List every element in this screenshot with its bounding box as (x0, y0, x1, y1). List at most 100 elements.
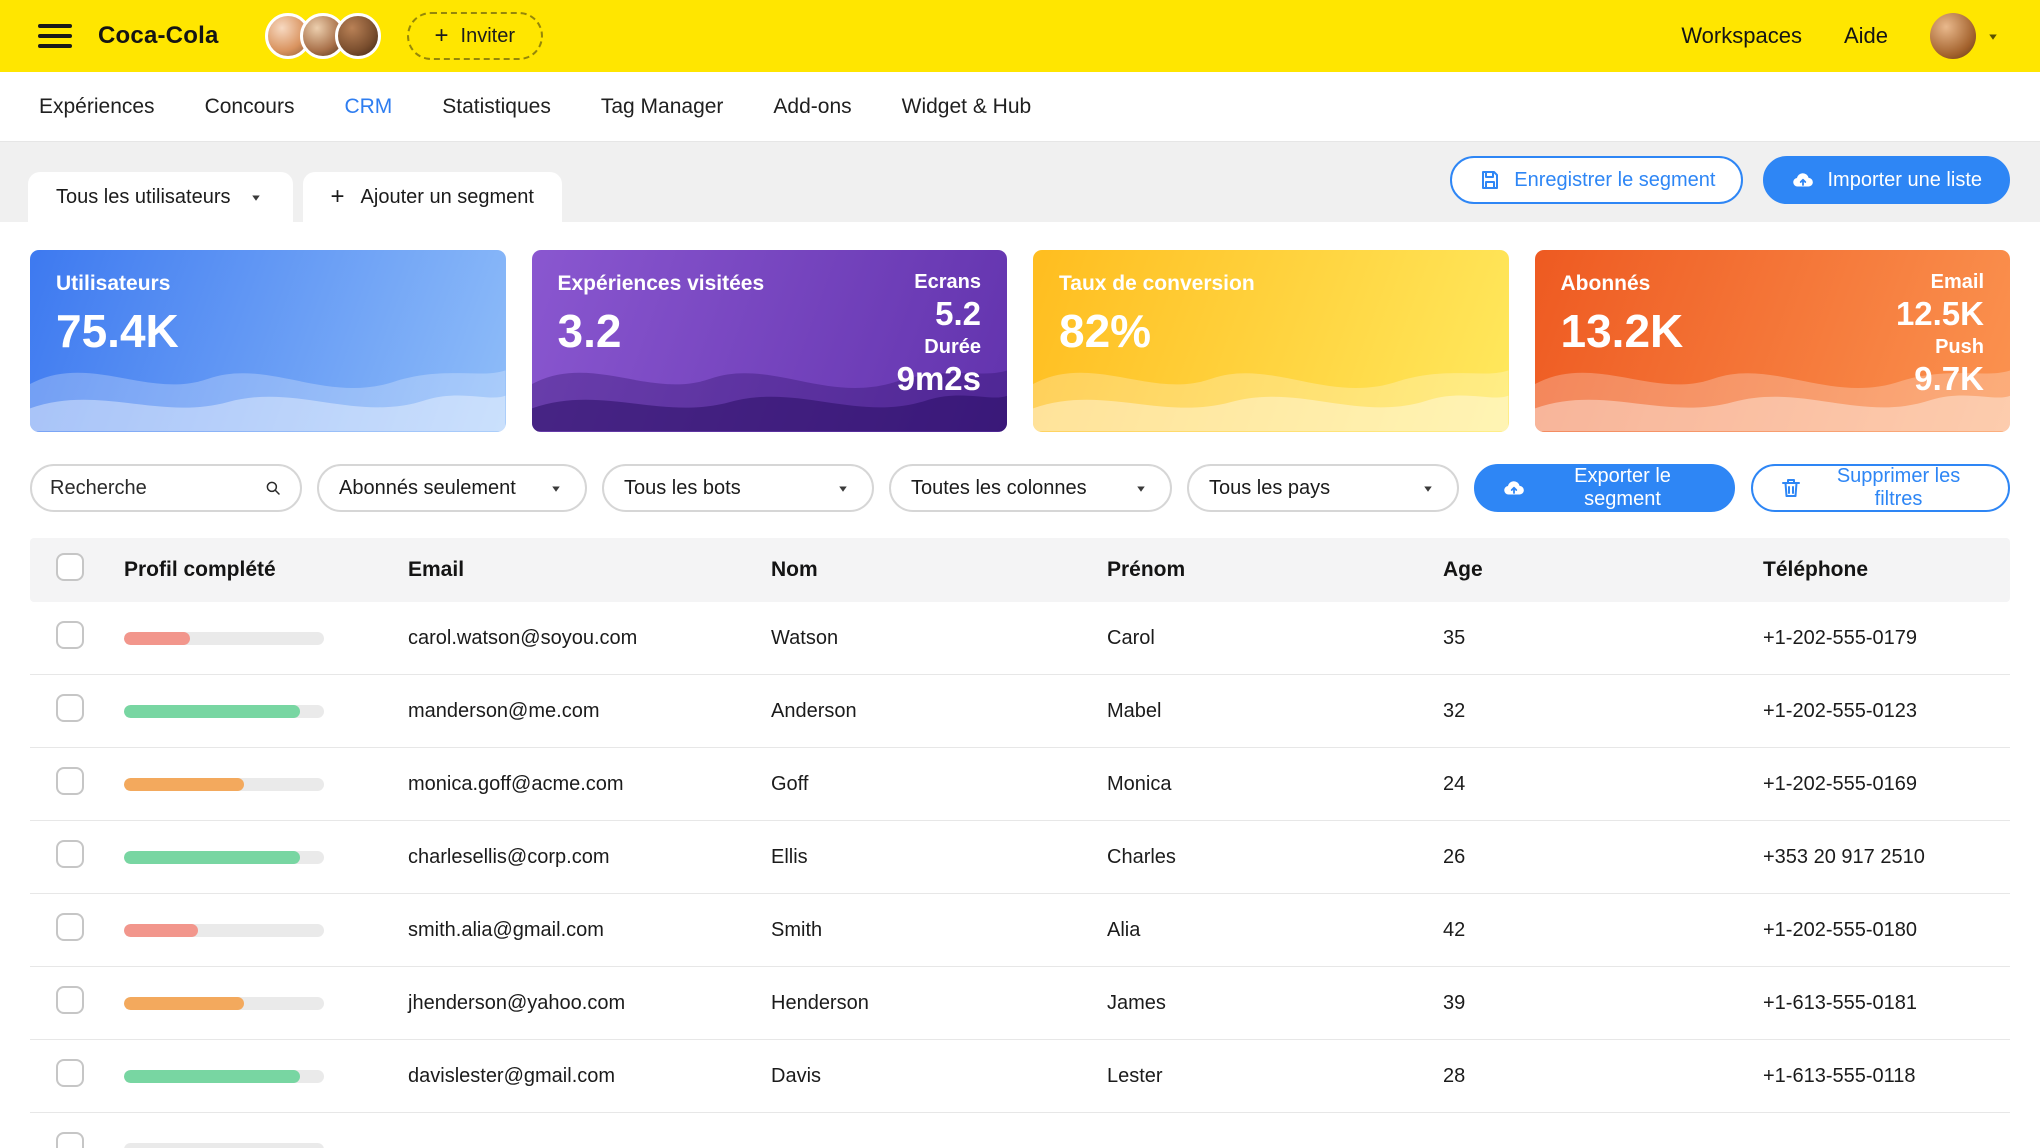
profile-progress-fill (124, 850, 300, 864)
row-checkbox[interactable] (56, 986, 84, 1014)
table-body: carol.watson@soyou.com Watson Carol 35 +… (30, 602, 2010, 1113)
users-table: Profil complété Email Nom Prénom Age Tél… (30, 538, 2010, 1148)
cell-tel: +1-202-555-0123 (1763, 699, 1918, 722)
profile-progress-fill (124, 1069, 300, 1083)
stat-card: Taux de conversion 82% (1033, 250, 1509, 432)
invite-button[interactable]: + Inviter (406, 12, 543, 60)
profile-progress (124, 996, 324, 1010)
export-segment-button[interactable]: Exporter le segment (1474, 464, 1736, 512)
nav-tab[interactable]: Widget & Hub (877, 95, 1057, 119)
cell-age: 32 (1443, 699, 1466, 722)
row-checkbox[interactable] (56, 913, 84, 941)
profile-progress-fill (124, 704, 300, 718)
search-icon (266, 481, 280, 495)
cell-email: jhenderson@yahoo.com (408, 991, 626, 1014)
profile-progress-fill (124, 777, 244, 791)
profile-progress (124, 777, 324, 791)
cell-email: carol.watson@soyou.com (408, 626, 638, 649)
select-all-checkbox[interactable] (56, 553, 84, 581)
dropdown-label: Abonnés seulement (339, 476, 516, 499)
segment-selector[interactable]: Tous les utilisateurs (28, 172, 293, 222)
table-row[interactable]: jhenderson@yahoo.com Henderson James 39 … (30, 967, 2010, 1040)
stat-card: Abonnés 13.2K Email 12.5K Push 9.7K (1534, 250, 2010, 432)
plus-icon: + (330, 183, 345, 210)
profile-menu[interactable] (1930, 13, 2002, 59)
stat-card-title: Utilisateurs (56, 272, 171, 295)
row-checkbox[interactable] (56, 621, 84, 649)
table-header: Profil complété Email Nom Prénom Age Tél… (30, 538, 2010, 602)
stat-card-extras: Ecrans 5.2 Durée 9m2s (897, 270, 981, 400)
stat-extra-value: 5.2 (935, 295, 981, 332)
stat-extra-label: Email (1930, 271, 1984, 293)
nav-tab[interactable]: CRM (319, 95, 417, 119)
nav-tab-label: Tag Manager (600, 94, 724, 118)
profile-progress (124, 850, 324, 864)
trash-icon (1782, 479, 1801, 497)
table-row[interactable]: manderson@me.com Anderson Mabel 32 +1-20… (30, 675, 2010, 748)
cell-prenom: Monica (1107, 772, 1172, 795)
profile-progress (124, 923, 324, 937)
chevron-down-icon (839, 486, 847, 492)
team-avatar[interactable] (334, 13, 381, 59)
nav-tab[interactable]: Add-ons (748, 95, 876, 119)
table-row-partial (30, 1113, 2010, 1148)
stat-card-value: 75.4K (56, 305, 179, 357)
team-avatars (264, 13, 381, 59)
chevron-down-icon (1137, 486, 1145, 492)
search-input[interactable] (50, 476, 264, 500)
cell-tel: +1-202-555-0169 (1763, 772, 1918, 795)
table-row[interactable]: davislester@gmail.com Davis Lester 28 +1… (30, 1040, 2010, 1113)
cell-nom: Anderson (771, 699, 857, 722)
stat-extra-label: Push (1935, 335, 1984, 358)
filter-dropdown[interactable]: Tous les pays (1187, 464, 1459, 512)
clear-filters-button[interactable]: Supprimer les filtres (1751, 464, 2010, 512)
nav-tab[interactable]: Concours (180, 95, 320, 119)
filter-dropdown[interactable]: Toutes les colonnes (889, 464, 1172, 512)
profile-progress (124, 631, 324, 645)
row-checkbox[interactable] (56, 767, 84, 795)
menu-icon[interactable] (38, 24, 72, 48)
filter-dropdown[interactable]: Tous les bots (602, 464, 874, 512)
search-box[interactable] (30, 464, 302, 512)
nav-tab[interactable]: Tag Manager (576, 95, 749, 119)
stat-card: Expériences visitées 3.2 Ecrans 5.2 Durée 9… (531, 250, 1007, 432)
row-checkbox[interactable] (56, 840, 84, 868)
row-checkbox[interactable] (56, 1059, 84, 1087)
stat-extra-value: 12.5K (1895, 295, 1984, 332)
cell-nom: Goff (771, 772, 809, 795)
row-checkbox[interactable] (56, 694, 84, 722)
stat-extra-label: Durée (924, 335, 981, 358)
row-checkbox[interactable] (56, 1132, 84, 1148)
workspaces-link[interactable]: Workspaces (1681, 23, 1802, 49)
dropdown-label: Tous les bots (624, 476, 741, 499)
table-row[interactable]: charlesellis@corp.com Ellis Charles 26 +… (30, 821, 2010, 894)
add-segment-tab[interactable]: + Ajouter un segment (302, 172, 562, 222)
nav-tab[interactable]: Expériences (14, 95, 180, 119)
stat-cards: Utilisateurs 75.4K Expériences visitées … (0, 222, 2040, 432)
stat-extra-label: Ecrans (914, 271, 981, 293)
stat-card: Utilisateurs 75.4K (30, 250, 506, 432)
topbar: Coca-Cola + Inviter Workspaces Aide (0, 0, 2040, 72)
cloud-upload-icon (1793, 173, 1814, 187)
cell-prenom: Charles (1107, 845, 1176, 868)
cell-email: monica.goff@acme.com (408, 772, 624, 795)
cell-nom: Smith (771, 918, 823, 941)
chevron-down-icon (552, 486, 560, 492)
add-segment-label: Ajouter un segment (360, 185, 534, 208)
stat-extra-value: 9m2s (896, 359, 981, 397)
dropdown-label: Tous les pays (1209, 476, 1331, 499)
import-list-button[interactable]: Importer une liste (1763, 156, 2010, 204)
filter-dropdown[interactable]: Abonnés seulement (317, 464, 587, 512)
table-row[interactable]: smith.alia@gmail.com Smith Alia 42 +1-20… (30, 894, 2010, 967)
cell-prenom: James (1107, 991, 1166, 1014)
cell-email: charlesellis@corp.com (408, 845, 610, 868)
save-segment-button[interactable]: Enregistrer le segment (1450, 156, 1744, 204)
nav-tab-label: Expériences (39, 94, 155, 118)
nav-tab[interactable]: Statistiques (417, 95, 576, 119)
table-row[interactable]: carol.watson@soyou.com Watson Carol 35 +… (30, 602, 2010, 675)
help-link[interactable]: Aide (1844, 23, 1888, 49)
nav-tab-label: Statistiques (442, 94, 551, 118)
chevron-down-icon (1424, 486, 1432, 492)
cell-age: 26 (1443, 845, 1466, 868)
table-row[interactable]: monica.goff@acme.com Goff Monica 24 +1-2… (30, 748, 2010, 821)
